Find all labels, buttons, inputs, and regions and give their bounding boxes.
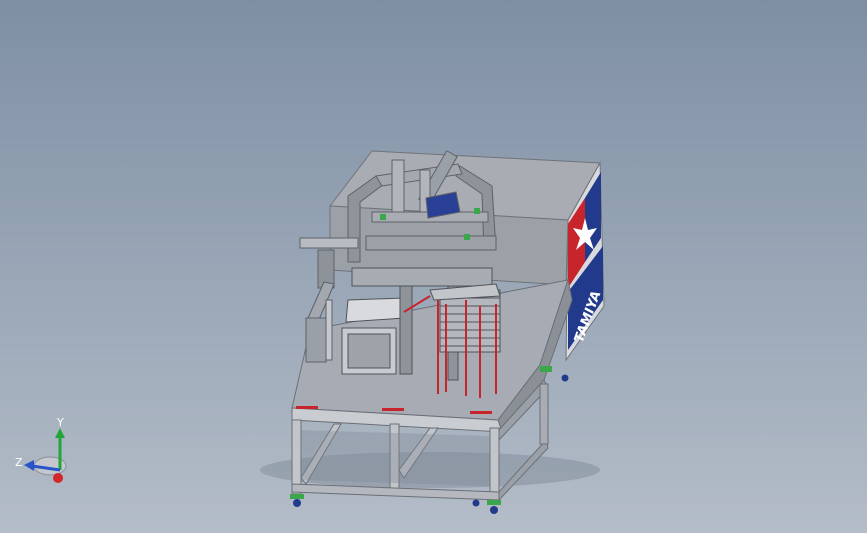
machine-model-3d-view[interactable]: TAMIYA	[0, 0, 867, 533]
y-axis-arrow-icon	[55, 428, 65, 438]
caster-front-mid	[472, 499, 480, 507]
caster-front-left	[293, 499, 301, 507]
frame-leg-front-left	[291, 419, 302, 495]
foot-front-left	[290, 494, 304, 499]
fixture-box-inner	[347, 333, 391, 369]
feeder-rod	[325, 299, 333, 361]
caster-front-right	[490, 506, 498, 514]
green-sensor-lower	[464, 234, 470, 240]
vertical-axis-left	[391, 159, 405, 219]
orientation-triad[interactable]: Y Z	[14, 414, 78, 490]
frame-leg-rear-right	[539, 383, 549, 445]
accent-mark-mid	[382, 408, 404, 411]
feeder-base	[305, 317, 327, 363]
accent-mark-left	[296, 406, 318, 409]
y-axis-label: Y	[56, 416, 64, 429]
z-axis-label: Z	[15, 456, 23, 469]
crossbeam-lower	[365, 235, 497, 251]
foot-green-rear	[540, 366, 552, 372]
z-axis-arrow-icon	[24, 460, 34, 471]
x-axis-arrow-icon	[53, 473, 63, 483]
fixture-tray	[345, 297, 405, 323]
accent-mark-right	[470, 411, 492, 414]
frame-shadow-panel	[301, 430, 490, 486]
frame-leg-front-right	[489, 427, 500, 501]
cad-viewport[interactable]: TAMIYA Y Z	[0, 0, 867, 533]
foot-front-right	[487, 500, 501, 505]
fixture-platform	[351, 267, 493, 287]
green-sensor-left	[380, 214, 386, 220]
caster-rear-right	[561, 374, 569, 382]
feeder-top-rail	[299, 237, 359, 249]
table-top[interactable]	[291, 278, 573, 434]
fixture-stand	[399, 277, 413, 375]
green-sensor-right	[474, 208, 480, 214]
